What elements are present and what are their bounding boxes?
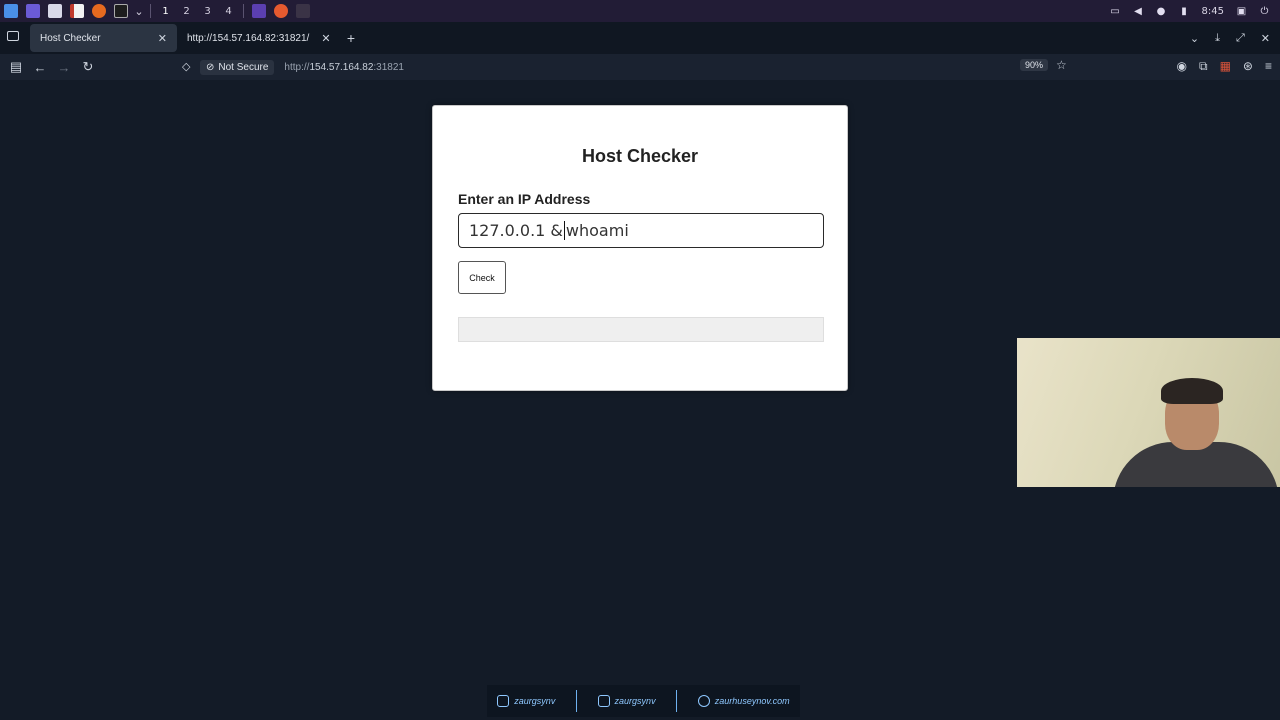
instagram-icon <box>497 695 510 707</box>
workspace-4[interactable]: 4 <box>218 6 239 17</box>
file-manager-icon[interactable] <box>44 0 66 22</box>
url-host: 154.57.164.82 <box>309 61 374 73</box>
chevron-down-icon[interactable]: ⌄ <box>132 0 146 22</box>
youtube-handle: zaurgsynv <box>614 696 656 706</box>
page-title: Host Checker <box>581 146 699 166</box>
lock-icon[interactable]: ▣ <box>1236 6 1247 17</box>
person-hair <box>1161 378 1223 404</box>
result-box <box>458 317 824 342</box>
shield-icon[interactable]: ◇ <box>182 60 190 73</box>
separator <box>150 4 151 18</box>
website-url: zaurhuseynov.com <box>714 696 790 706</box>
divider <box>575 690 577 712</box>
terminal-icon[interactable] <box>110 0 132 22</box>
host-checker-card: Host Checker Enter an IP Address 127.0.0… <box>432 105 848 391</box>
volume-icon[interactable]: ◀ <box>1133 6 1144 17</box>
tab-list-icon[interactable] <box>7 31 19 41</box>
burp-extension-icon[interactable]: ▦ <box>1220 59 1231 74</box>
download-icon[interactable]: ⤓ <box>1215 32 1220 45</box>
lock-broken-icon: ⊘ <box>206 61 215 73</box>
reload-icon[interactable]: ↻ <box>76 59 100 75</box>
ip-address-label: Enter an IP Address <box>458 191 591 207</box>
separator <box>243 4 244 18</box>
app-menu-icon[interactable] <box>0 0 22 22</box>
firefox-task-icon[interactable] <box>270 0 292 22</box>
youtube-link[interactable]: zaurgsynv <box>597 695 656 707</box>
workspace-3[interactable]: 3 <box>197 6 218 17</box>
expand-icon[interactable]: ⤢ <box>1236 32 1245 45</box>
power-icon[interactable]: ⏻ <box>1259 6 1270 17</box>
security-label: Not Secure <box>218 61 269 73</box>
youtube-icon <box>597 695 610 707</box>
os-top-bar: ⌄ 1 2 3 4 ▭ ◀ ● ▮ 8:45 ▣ ⏻ <box>0 0 1280 22</box>
close-icon[interactable]: ✕ <box>321 32 330 45</box>
window-icon[interactable]: ▭ <box>1110 6 1121 17</box>
back-icon[interactable]: ← <box>28 60 52 75</box>
url-port: :31821 <box>373 61 404 73</box>
menu-icon[interactable]: ≡ <box>1265 59 1272 74</box>
notification-bell-icon[interactable]: ● <box>1156 6 1167 17</box>
close-window-icon[interactable]: ✕ <box>1261 32 1270 45</box>
list-all-tabs-icon[interactable]: ⌄ <box>1190 32 1199 45</box>
check-button[interactable]: Check <box>458 261 506 294</box>
tab-host-checker[interactable]: Host Checker ✕ <box>30 24 177 52</box>
forward-icon[interactable]: → <box>52 60 76 75</box>
clock: 8:45 <box>1201 5 1224 17</box>
burp-icon[interactable] <box>248 0 270 22</box>
social-footer: zaurgsynv zaurgsynv zaurhuseynov.com <box>487 685 800 717</box>
instagram-link[interactable]: zaurgsynv <box>497 695 555 707</box>
tab-label: http://154.57.164.82:31821/ <box>187 32 310 44</box>
terminal-task-icon[interactable] <box>292 0 314 22</box>
divider <box>676 690 678 712</box>
security-indicator[interactable]: ⊘ Not Secure <box>200 59 275 75</box>
webcam-overlay <box>1017 338 1280 487</box>
proxy-icon[interactable]: ⊛ <box>1243 59 1253 74</box>
tab-url[interactable]: http://154.57.164.82:31821/ ✕ <box>177 24 333 52</box>
url-bar[interactable]: ◇ ⊘ Not Secure http://154.57.164.82:3182… <box>176 56 1080 78</box>
firefox-icon[interactable] <box>88 0 110 22</box>
ip-address-input[interactable]: 127.0.0.1 & whoami <box>458 213 824 248</box>
bookmark-star-icon[interactable]: ☆ <box>1056 58 1067 72</box>
website-link[interactable]: zaurhuseynov.com <box>697 695 790 707</box>
workspace-switcher-icon[interactable] <box>22 0 44 22</box>
zoom-indicator[interactable]: 90% <box>1020 59 1049 71</box>
new-tab-button[interactable]: + <box>339 30 363 46</box>
text-editor-icon[interactable] <box>66 0 88 22</box>
sidebar-icon[interactable]: ▤ <box>4 59 28 75</box>
close-icon[interactable]: ✕ <box>158 32 167 45</box>
workspace-2[interactable]: 2 <box>176 6 197 17</box>
account-icon[interactable]: ◉ <box>1177 59 1187 74</box>
browser-tab-strip: Host Checker ✕ http://154.57.164.82:3182… <box>0 22 1280 54</box>
url-text[interactable]: http://154.57.164.82:31821 <box>284 62 404 73</box>
url-prefix: http:// <box>284 61 310 73</box>
browser-nav-bar: ▤ ← → ↻ ◇ ⊘ Not Secure http://154.57.164… <box>0 54 1280 80</box>
workspace-1[interactable]: 1 <box>155 6 176 17</box>
tab-label: Host Checker <box>40 32 101 44</box>
globe-icon <box>697 695 710 707</box>
text-caret <box>563 221 565 240</box>
instagram-handle: zaurgsynv <box>514 696 556 706</box>
input-text-after-caret: whoami <box>565 221 629 240</box>
input-text-before-caret: 127.0.0.1 & <box>469 221 563 240</box>
battery-icon[interactable]: ▮ <box>1179 6 1190 17</box>
extensions-icon[interactable]: ⧉ <box>1199 59 1208 74</box>
